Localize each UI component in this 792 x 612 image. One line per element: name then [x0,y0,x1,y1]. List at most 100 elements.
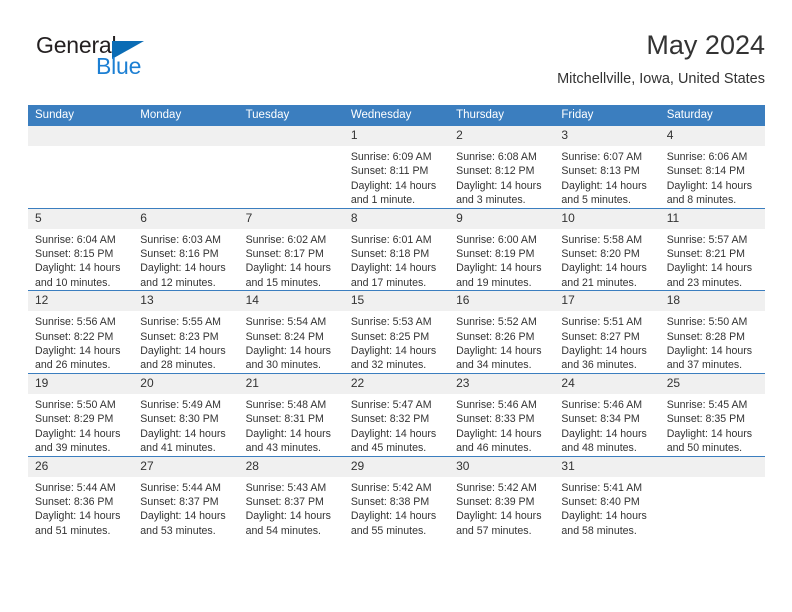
calendar-day-cell[interactable]: 19 Sunrise: 5:50 AM Sunset: 8:29 PM Dayligh… [28,372,134,456]
calendar-day-cell[interactable]: 7 Sunrise: 6:02 AM Sunset: 8:17 PM Daylight… [238,207,344,291]
calendar-day-cell-empty [659,455,765,539]
sunset-text: Sunset: 8:25 PM [350,330,430,343]
sunset-text: Sunset: 8:12 PM [456,165,535,178]
sunset-text: Sunset: 8:36 PM [35,495,114,508]
daylight-1-text: Daylight: 14 hours [350,179,437,192]
calendar-day-cell[interactable]: 12 Sunrise: 5:56 AM Sunset: 8:22 PM Dayligh… [28,290,134,374]
daylight-1-text: Daylight: 14 hours [456,179,542,192]
daylight-1-text: Daylight: 14 hours [350,510,437,523]
sunrise-text: Sunrise: 6:08 AM [456,151,537,163]
sunset-text: Sunset: 8:27 PM [561,330,640,343]
location-subtitle: Mitchellville, Iowa, United States [557,71,765,87]
sunrise-text: Sunrise: 6:01 AM [350,233,432,246]
calendar-day-cell[interactable]: 4 Sunrise: 6:06 AM Sunset: 8:14 PM Daylight… [659,126,765,209]
calendar-day-cell[interactable]: 3 Sunrise: 6:07 AM Sunset: 8:13 PM Daylight… [554,126,660,209]
calendar-day-cell[interactable]: 9 Sunrise: 6:00 AM Sunset: 8:19 PM Daylight… [449,207,555,291]
sunset-text: Sunset: 8:14 PM [666,165,746,178]
sunrise-text: Sunrise: 5:53 AM [350,316,432,329]
calendar-day-cell[interactable]: 6 Sunrise: 6:03 AM Sunset: 8:16 PM Daylight… [133,207,239,291]
daylight-2-text: and 26 minutes. [35,359,111,372]
day-details: Sunrise: 5:47 AM Sunset: 8:32 PM Daylight:… [344,394,449,456]
calendar-day-cell[interactable]: 23 Sunrise: 5:46 AM Sunset: 8:33 PM Dayligh… [449,372,555,456]
day-number: 22 [343,373,450,394]
calendar-day-cell[interactable]: 11 Sunrise: 5:57 AM Sunset: 8:21 PM Dayligh… [659,207,765,291]
calendar-page: General Blue May 2024 Mitchellville, Iow… [0,0,792,612]
day-details: Sunrise: 6:04 AM Sunset: 8:15 PM Daylight:… [28,229,133,291]
calendar-day-cell-empty [238,126,344,209]
daylight-2-text: and 23 minutes. [666,276,743,289]
calendar-day-cell[interactable]: 20 Sunrise: 5:49 AM Sunset: 8:30 PM Dayligh… [133,372,239,456]
calendar-day-cell[interactable]: 24 Sunrise: 5:46 AM Sunset: 8:34 PM Dayligh… [554,372,660,456]
day-details: Sunrise: 5:50 AM Sunset: 8:29 PM Daylight:… [28,394,133,456]
calendar-day-cell[interactable]: 18 Sunrise: 5:50 AM Sunset: 8:28 PM Dayligh… [659,290,765,374]
daylight-1-text: Daylight: 14 hours [666,345,753,358]
day-number: 23 [449,373,555,394]
day-number: 14 [238,291,344,312]
title-block: May 2024 Mitchellville, Iowa, United Sta… [557,28,765,90]
calendar-day-cell[interactable]: 28 Sunrise: 5:43 AM Sunset: 8:37 PM Dayligh… [238,455,344,539]
sunset-text: Sunset: 8:22 PM [35,330,114,343]
sunset-text: Sunset: 8:21 PM [666,248,746,261]
calendar-day-cell[interactable]: 21 Sunrise: 5:48 AM Sunset: 8:31 PM Dayligh… [238,372,344,456]
day-number: 24 [554,373,660,394]
day-details: Sunrise: 5:58 AM Sunset: 8:20 PM Daylight:… [554,229,659,291]
day-number: 2 [449,126,555,146]
day-number: 10 [554,208,660,229]
calendar-day-cell[interactable]: 16 Sunrise: 5:52 AM Sunset: 8:26 PM Dayligh… [449,290,555,374]
weekday-header-tuesday: Tuesday [238,105,344,126]
calendar-day-cell[interactable]: 13 Sunrise: 5:55 AM Sunset: 8:23 PM Dayligh… [133,290,239,374]
calendar-day-cell[interactable]: 27 Sunrise: 5:44 AM Sunset: 8:37 PM Dayligh… [133,455,239,539]
daylight-2-text: and 19 minutes. [456,276,532,289]
day-details: Sunrise: 6:03 AM Sunset: 8:16 PM Daylight:… [133,229,238,291]
calendar-day-cell[interactable]: 17 Sunrise: 5:51 AM Sunset: 8:27 PM Dayligh… [554,290,660,374]
daylight-1-text: Daylight: 14 hours [456,345,542,358]
daylight-2-text: and 28 minutes. [140,359,216,372]
day-details: Sunrise: 5:41 AM Sunset: 8:40 PM Daylight:… [554,477,659,539]
day-details: Sunrise: 5:53 AM Sunset: 8:25 PM Daylight:… [344,311,449,373]
calendar-day-cell[interactable]: 14 Sunrise: 5:54 AM Sunset: 8:24 PM Dayligh… [238,290,344,374]
calendar-day-cell[interactable]: 31 Sunrise: 5:41 AM Sunset: 8:40 PM Dayligh… [554,455,660,539]
day-number [659,456,765,477]
daylight-1-text: Daylight: 14 hours [140,262,226,275]
calendar-day-cell[interactable]: 15 Sunrise: 5:53 AM Sunset: 8:25 PM Dayligh… [343,290,450,374]
sunrise-text: Sunrise: 5:50 AM [666,316,748,329]
daylight-1-text: Daylight: 14 hours [456,262,542,275]
day-details: Sunrise: 5:57 AM Sunset: 8:21 PM Daylight:… [660,229,765,291]
day-number: 26 [28,456,134,477]
calendar-day-cell[interactable]: 2 Sunrise: 6:08 AM Sunset: 8:12 PM Daylight… [449,126,555,209]
calendar-day-cell[interactable]: 29 Sunrise: 5:42 AM Sunset: 8:38 PM Dayligh… [343,455,450,539]
daylight-2-text: and 48 minutes. [561,442,637,455]
sunrise-text: Sunrise: 5:56 AM [35,316,116,329]
day-details: Sunrise: 5:46 AM Sunset: 8:33 PM Daylight:… [449,394,554,456]
calendar-day-cell[interactable]: 25 Sunrise: 5:45 AM Sunset: 8:35 PM Dayligh… [659,372,765,456]
day-number: 9 [449,208,555,229]
daylight-2-text: and 3 minutes. [456,194,526,207]
calendar-day-cell[interactable]: 26 Sunrise: 5:44 AM Sunset: 8:36 PM Dayligh… [28,455,134,539]
day-details: Sunrise: 6:06 AM Sunset: 8:14 PM Daylight:… [660,146,765,208]
day-details: Sunrise: 6:09 AM Sunset: 8:11 PM Daylight:… [344,146,449,208]
day-number: 25 [659,373,765,394]
day-number: 18 [659,291,765,312]
sunset-text: Sunset: 8:23 PM [140,330,219,343]
daylight-1-text: Daylight: 14 hours [35,510,121,523]
sunset-text: Sunset: 8:39 PM [456,495,535,508]
calendar-day-cell[interactable]: 22 Sunrise: 5:47 AM Sunset: 8:32 PM Dayligh… [343,372,450,456]
weekday-header-sunday: Sunday [28,105,134,126]
calendar-week-row: 1 Sunrise: 6:09 AM Sunset: 8:11 PM Daylight… [28,126,765,209]
day-details: Sunrise: 6:07 AM Sunset: 8:13 PM Daylight:… [554,146,659,208]
day-details: Sunrise: 5:54 AM Sunset: 8:24 PM Daylight:… [239,311,344,373]
calendar-day-cell[interactable]: 30 Sunrise: 5:42 AM Sunset: 8:39 PM Dayligh… [449,455,555,539]
day-number: 4 [659,126,765,146]
sunrise-text: Sunrise: 5:42 AM [456,481,537,494]
calendar-day-cell[interactable]: 8 Sunrise: 6:01 AM Sunset: 8:18 PM Daylight… [343,207,450,291]
calendar-day-cell[interactable]: 1 Sunrise: 6:09 AM Sunset: 8:11 PM Daylight… [343,126,450,209]
daylight-2-text: and 50 minutes. [666,442,743,455]
day-number: 3 [554,126,660,146]
daylight-1-text: Daylight: 14 hours [350,262,437,275]
calendar-day-cell[interactable]: 5 Sunrise: 6:04 AM Sunset: 8:15 PM Daylight… [28,207,134,291]
day-details: Sunrise: 5:42 AM Sunset: 8:39 PM Daylight:… [449,477,554,539]
calendar-day-cell[interactable]: 10 Sunrise: 5:58 AM Sunset: 8:20 PM Dayligh… [554,207,660,291]
sunset-text: Sunset: 8:37 PM [140,495,219,508]
sunrise-text: Sunrise: 6:07 AM [561,151,643,163]
weekday-header-thursday: Thursday [449,105,555,126]
